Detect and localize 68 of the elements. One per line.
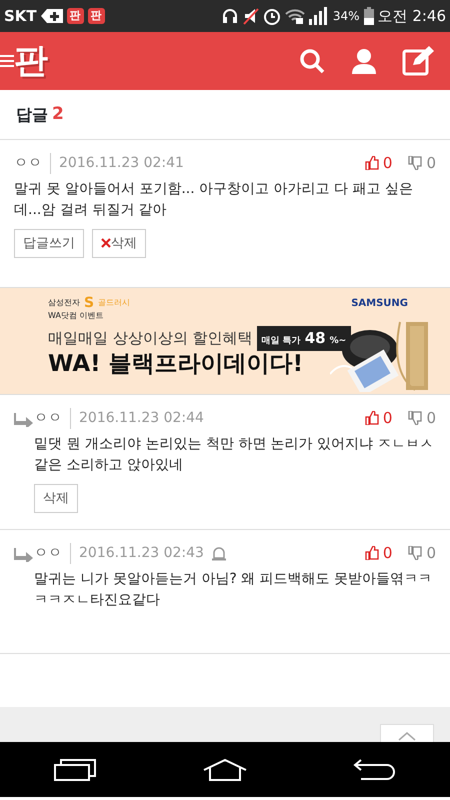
reply-button[interactable]: 답글쓰기 [14, 228, 84, 258]
price-tag-value: 48 [304, 328, 326, 349]
signal-icon [308, 7, 329, 25]
section-title: 답글 [16, 104, 48, 126]
author-name[interactable]: ㅇㅇ [14, 152, 42, 174]
comment-text: 밑댓 뭔 개소리야 논리있는 척만 하면 논리가 있어지냐 ㅈㄴㅂㅅ같은 소리하고 앉아있네 [34, 434, 435, 474]
delete-button[interactable]: 삭제 [92, 228, 146, 258]
like-count: 0 [382, 543, 392, 564]
like-button[interactable]: 0 [364, 542, 392, 564]
dislike-button[interactable]: 0 [408, 542, 436, 564]
reply-arrow-icon [14, 412, 34, 427]
ad-tagline: 매일매일 상상이상의 할인혜택 [48, 328, 253, 349]
clock-time: 오전 2:46 [378, 6, 446, 27]
user-icon[interactable] [350, 47, 378, 75]
mute-icon [242, 7, 259, 25]
thumbs-up-icon [364, 546, 379, 560]
thumbs-up-icon [364, 156, 379, 170]
author-name[interactable]: ㅇㅇ [34, 408, 62, 429]
like-button[interactable]: 0 [364, 407, 392, 430]
thumbs-down-icon [408, 411, 422, 426]
ad-headline: WA! 블랙프라이데이다! [48, 350, 304, 378]
app-notification-icon: 판 [66, 8, 84, 24]
ad-brand-text: 삼성전자 [48, 297, 80, 309]
reply-count: 2 [52, 102, 64, 126]
author-name[interactable]: ㅇㅇ [34, 542, 62, 564]
comment-text: 말귀는 니가 못알아듣는거 아님? 왜 피드백해도 못받아들엮ㅋㅋㅋㅋㅈㄴ타진요같다 [34, 570, 434, 610]
ad-banner[interactable]: 삼성전자 S 골드러시 WA닷컴 이벤트 매일매일 상상이상의 할인혜택 매일 특가 48 %~ WA! 블랙프라이데이다! SAMSUNG [0, 288, 450, 395]
thumbs-down-icon [408, 546, 422, 560]
like-count: 0 [382, 408, 392, 429]
alarm-icon [262, 7, 281, 25]
menu-icon [0, 53, 14, 69]
dislike-button[interactable]: 0 [408, 152, 436, 174]
carrier-name: SKT [4, 6, 37, 27]
reply-arrow-icon [14, 548, 34, 562]
price-tag-label: 매일 특가 [262, 335, 301, 348]
battery-percent: 34% [332, 8, 360, 25]
date-text: 2016.11.23 02:43 [70, 542, 204, 564]
edit-icon[interactable] [402, 46, 434, 76]
app-notification-icon: 판 [88, 8, 105, 24]
logo: 판 [14, 44, 48, 78]
close-icon [101, 238, 111, 248]
menu-button[interactable]: 판 [0, 44, 48, 78]
dislike-count: 0 [426, 153, 436, 174]
search-icon[interactable] [298, 47, 326, 75]
price-tag-unit: %~ [330, 335, 346, 348]
headset-icon [220, 7, 239, 25]
ad-event-text: WA닷컴 이벤트 [48, 310, 104, 322]
scroll-top-button[interactable] [380, 724, 434, 742]
battery-icon [364, 7, 374, 25]
date-text: 2016.11.23 02:44 [70, 408, 204, 429]
wifi-icon [284, 8, 305, 24]
ad-s-mark: S [84, 296, 94, 310]
comment-text: 말귀 못 알아들어서 포기함... 아구창이고 아가리고 다 패고 싶은데...암 걸려 뒤질거 같아 [14, 180, 414, 220]
plus-tag-icon [40, 8, 63, 24]
date-text: 2016.11.23 02:41 [50, 152, 184, 174]
dislike-count: 0 [426, 408, 436, 429]
ad-brand-logo: SAMSUNG [351, 297, 408, 311]
delete-button[interactable]: 삭제 [34, 484, 78, 513]
dislike-count: 0 [426, 543, 436, 564]
ad-event-name: 골드러시 [98, 297, 130, 309]
like-button[interactable]: 0 [364, 152, 392, 174]
home-icon[interactable] [202, 758, 248, 782]
like-count: 0 [382, 153, 392, 174]
recent-apps-icon[interactable] [52, 758, 97, 782]
back-icon[interactable] [353, 758, 398, 782]
thumbs-up-icon [364, 411, 379, 426]
thumbs-down-icon [408, 156, 422, 170]
dislike-button[interactable]: 0 [408, 407, 436, 430]
